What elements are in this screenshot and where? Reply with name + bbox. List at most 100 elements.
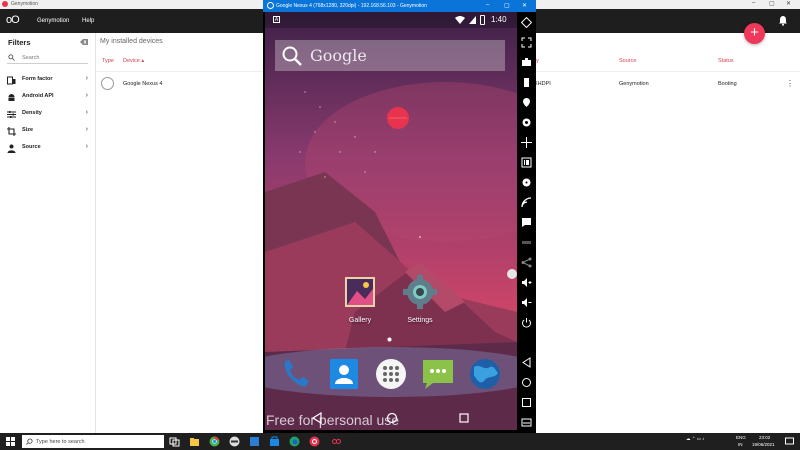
clock-date[interactable]: 19/06/2021 (752, 442, 775, 447)
more-options-icon[interactable]: ⋮ (786, 79, 794, 88)
device-status: Booting (718, 81, 737, 87)
media-player-icon[interactable] (229, 436, 240, 447)
menu-genymotion[interactable]: Genymotion (37, 18, 69, 24)
network-icon[interactable] (521, 197, 532, 208)
emulator-window-title: Google Nexus 4 (768x1280, 320dpi) - 192.… (276, 3, 427, 9)
tray-icons[interactable]: ☁ ⌃ ▭ ♪ (686, 436, 705, 442)
nav-recents-icon[interactable] (458, 412, 470, 424)
fullscreen-icon[interactable] (521, 37, 532, 48)
identifiers-icon[interactable] (521, 157, 532, 168)
search-icon (282, 46, 302, 66)
filter-form-factor[interactable]: Form factor › (7, 73, 89, 87)
filter-size[interactable]: Size › (7, 124, 89, 138)
recent-apps-icon[interactable] (521, 397, 532, 408)
open-gapps-icon[interactable] (521, 237, 532, 248)
device-name[interactable]: Google Nexus 4 (123, 81, 162, 87)
phone-icon[interactable] (279, 357, 313, 391)
filter-label: Source (22, 144, 41, 150)
android-screen[interactable]: A 1:40 Google Gallery Settings Free for … (265, 12, 517, 430)
filter-density[interactable]: Density › (7, 107, 89, 121)
watermark-text: Free for personal use (266, 412, 400, 428)
wifi-icon (455, 16, 465, 24)
column-source[interactable]: Source (619, 58, 636, 64)
taskbar-search-box[interactable]: Type here to search (22, 435, 164, 448)
disk-io-icon[interactable] (521, 177, 532, 188)
desktop: Genymotion – ▢ ✕ oO Genymotion Help Filt… (0, 0, 800, 450)
filter-source[interactable]: Source › (7, 141, 89, 155)
search-icon (8, 54, 15, 61)
filters-title: Filters (8, 38, 31, 47)
battery-control-icon[interactable] (521, 77, 532, 88)
minimize-icon[interactable]: – (752, 0, 755, 6)
genymotion-taskbar-icon[interactable] (309, 436, 320, 447)
store-icon[interactable] (269, 436, 280, 447)
device-power-icon[interactable] (101, 77, 114, 90)
app-drawer-icon[interactable] (374, 357, 408, 391)
column-density[interactable]: y (536, 58, 539, 64)
app-settings[interactable]: Settings (395, 275, 445, 324)
filter-label: Form factor (22, 76, 53, 82)
notification-icon: A (273, 16, 280, 23)
home-icon[interactable] (521, 377, 532, 388)
sms-icon[interactable] (521, 217, 532, 228)
browser-globe-icon[interactable] (468, 357, 502, 391)
column-type[interactable]: Type (102, 58, 114, 64)
google-search-text: Google (310, 46, 367, 65)
crop-icon (7, 127, 16, 136)
volume-down-icon[interactable] (521, 297, 532, 308)
genymotion-brand-logo: oO (6, 14, 20, 26)
back-icon[interactable] (521, 357, 532, 368)
language-indicator[interactable]: ENG (736, 435, 746, 440)
column-device[interactable]: Device ▴ (123, 58, 144, 64)
nav-home-icon[interactable] (386, 412, 398, 424)
sliders-icon (7, 111, 16, 118)
add-device-button[interactable]: + (744, 23, 765, 44)
filter-android-api[interactable]: Android API › (7, 90, 89, 104)
chevron-right-icon: › (85, 92, 88, 99)
file-explorer-icon[interactable] (189, 436, 200, 447)
emulator-toolbar (517, 12, 536, 433)
windows-start-icon[interactable] (6, 437, 15, 446)
person-icon (7, 144, 16, 153)
minimize-icon[interactable]: – (486, 2, 489, 8)
camera-icon[interactable] (521, 57, 532, 68)
nav-back-icon[interactable] (311, 412, 323, 424)
webcam-icon[interactable] (521, 117, 532, 128)
chevron-right-icon: › (85, 75, 88, 82)
genymotion-logo-icon (2, 1, 8, 7)
task-view-icon[interactable] (169, 436, 180, 447)
clock-time[interactable]: 23:02 (759, 435, 770, 440)
genymotion-shell-icon[interactable] (331, 436, 342, 447)
menu-help[interactable]: Help (82, 18, 94, 24)
rotate-icon[interactable] (521, 17, 532, 28)
column-status[interactable]: Status (718, 58, 734, 64)
volume-up-icon[interactable] (521, 277, 532, 288)
page-indicator-dot (387, 337, 392, 342)
app-gallery[interactable]: Gallery (335, 275, 385, 324)
google-search-bar[interactable]: Google (275, 40, 505, 71)
messaging-icon[interactable] (421, 357, 455, 391)
vs-code-icon[interactable] (249, 436, 260, 447)
filter-search-input[interactable] (22, 53, 86, 62)
close-icon[interactable]: ✕ (786, 0, 791, 7)
contacts-icon[interactable] (327, 357, 361, 391)
close-icon[interactable]: ✕ (522, 2, 527, 9)
notifications-bell-icon[interactable] (778, 15, 788, 26)
edge-icon[interactable] (289, 436, 300, 447)
action-center-icon[interactable] (784, 436, 795, 447)
battery-icon (480, 15, 485, 25)
gps-icon[interactable] (521, 97, 532, 108)
gallery-icon (345, 277, 375, 307)
move-icon[interactable] (521, 137, 532, 148)
signal-icon (469, 16, 476, 24)
menu-icon[interactable] (521, 417, 532, 428)
language-region[interactable]: IN (738, 442, 743, 447)
collapse-sidebar-icon[interactable] (80, 39, 88, 45)
filter-label: Android API (22, 93, 54, 99)
maximize-icon[interactable]: ▢ (504, 2, 510, 9)
android-status-bar: A 1:40 (265, 12, 517, 28)
chrome-icon[interactable] (209, 436, 220, 447)
maximize-icon[interactable]: ▢ (769, 0, 775, 7)
power-icon[interactable] (521, 317, 532, 328)
share-icon[interactable] (521, 257, 532, 268)
